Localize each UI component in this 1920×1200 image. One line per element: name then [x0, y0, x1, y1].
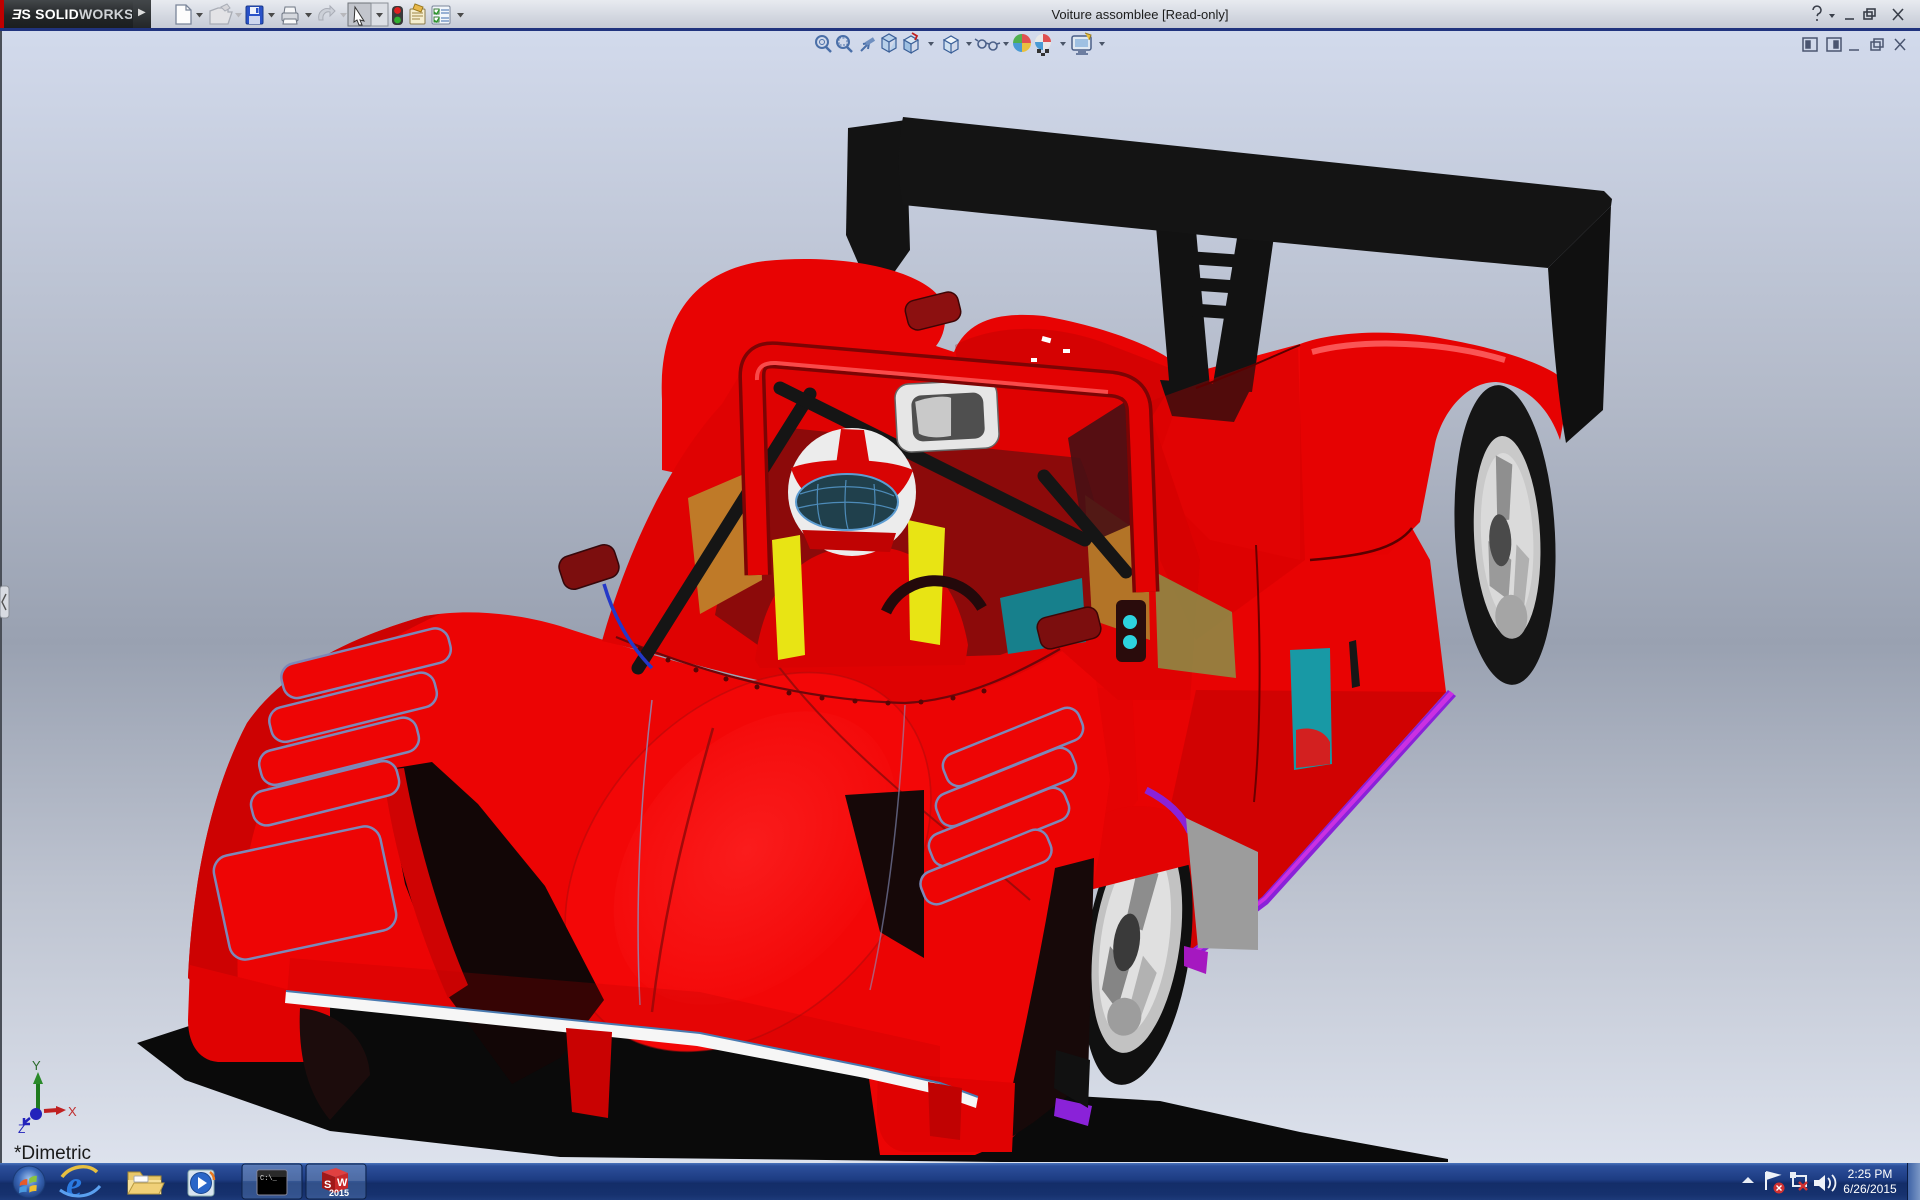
svg-text:*Dimetric: *Dimetric — [14, 1143, 91, 1164]
svg-text:2015: 2015 — [329, 1188, 349, 1198]
svg-text:Y: Y — [32, 1058, 41, 1073]
svg-text:X: X — [68, 1104, 77, 1119]
svg-text:Z: Z — [18, 1122, 25, 1136]
svg-text:C:\_: C:\_ — [260, 1175, 278, 1183]
